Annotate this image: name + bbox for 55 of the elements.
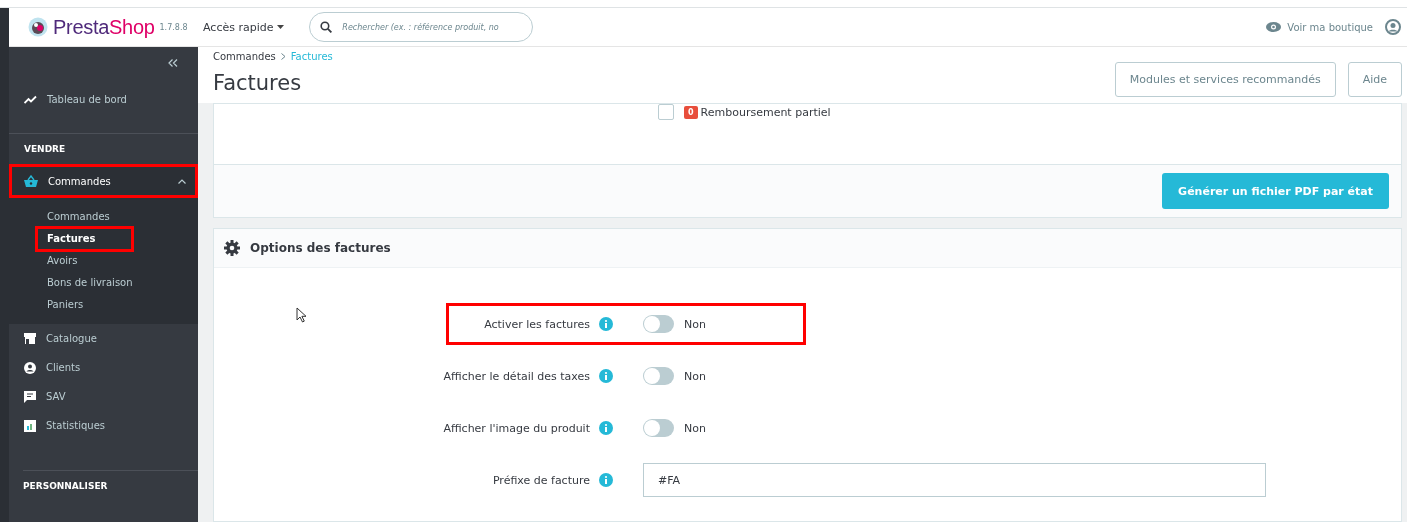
- info-icon: [599, 369, 613, 383]
- view-shop-link[interactable]: Voir ma boutique: [1266, 21, 1373, 33]
- basket-icon: [24, 175, 38, 187]
- search-input[interactable]: Rechercher (ex. : référence produit, no: [340, 21, 523, 33]
- count-badge: 0: [684, 105, 698, 119]
- toggle-value: Non: [684, 369, 706, 383]
- user-icon: [24, 361, 36, 374]
- info-icon: [599, 473, 613, 487]
- toggle-value: Non: [684, 421, 706, 435]
- version-label: 1.7.8.8: [159, 22, 188, 32]
- chat-icon: [24, 390, 36, 403]
- store-icon: [24, 333, 36, 344]
- field-label: Afficher le détail des taxes: [442, 369, 590, 383]
- submenu-item[interactable]: Bons de livraison: [47, 272, 169, 294]
- submenu-item[interactable]: Paniers: [47, 294, 120, 316]
- submenu-item[interactable]: Commandes: [47, 206, 146, 228]
- logo-text[interactable]: PrestaShop: [53, 15, 155, 39]
- cursor-icon: [296, 307, 307, 323]
- collapse-icon[interactable]: [168, 59, 178, 67]
- input-field[interactable]: #FA: [643, 463, 1266, 497]
- search-icon: [320, 21, 333, 33]
- nav-item[interactable]: SAV: [9, 382, 198, 411]
- nav-item[interactable]: Statistiques: [9, 411, 198, 440]
- nav-item[interactable]: Catalogue: [9, 324, 198, 353]
- user-icon[interactable]: [1385, 19, 1401, 35]
- stats-icon: [24, 419, 36, 432]
- field-label: Préfixe de facture: [491, 473, 590, 487]
- header-button[interactable]: Modules et services recommandés: [1114, 62, 1336, 97]
- toggle-switch[interactable]: [643, 367, 674, 385]
- logo-icon[interactable]: [28, 17, 48, 37]
- settings-icon: [224, 240, 240, 256]
- panel-header: Options des factures: [214, 229, 1401, 268]
- toggle-value: Non: [684, 317, 706, 331]
- trend-icon: [24, 94, 37, 104]
- nav-group[interactable]: Commandes: [9, 164, 198, 198]
- page-title: Factures: [213, 70, 302, 95]
- field-label: Afficher l'image du produit: [442, 421, 590, 435]
- quick-access-dropdown[interactable]: Accès rapide: [203, 20, 295, 34]
- info-icon: [599, 421, 613, 435]
- eye-icon: [1266, 22, 1282, 32]
- chevron-icon: [280, 53, 286, 60]
- chevron-icon: [178, 178, 186, 184]
- toggle-switch[interactable]: [643, 315, 674, 333]
- checkbox[interactable]: [658, 104, 674, 120]
- checkbox-label: Remboursement partiel: [700, 105, 831, 119]
- submenu-item[interactable]: Factures: [37, 228, 132, 250]
- toggle-switch[interactable]: [643, 419, 674, 437]
- breadcrumb-link[interactable]: Commandes: [213, 51, 276, 62]
- header-button[interactable]: Aide: [1347, 62, 1402, 97]
- field-label: Activer les factures: [483, 317, 590, 331]
- nav-item[interactable]: Clients: [9, 353, 198, 382]
- caret-icon: [277, 25, 285, 29]
- nav-item[interactable]: Tableau de bord: [9, 79, 198, 119]
- info-icon: [599, 317, 613, 331]
- submenu-item[interactable]: Avoirs: [47, 250, 114, 272]
